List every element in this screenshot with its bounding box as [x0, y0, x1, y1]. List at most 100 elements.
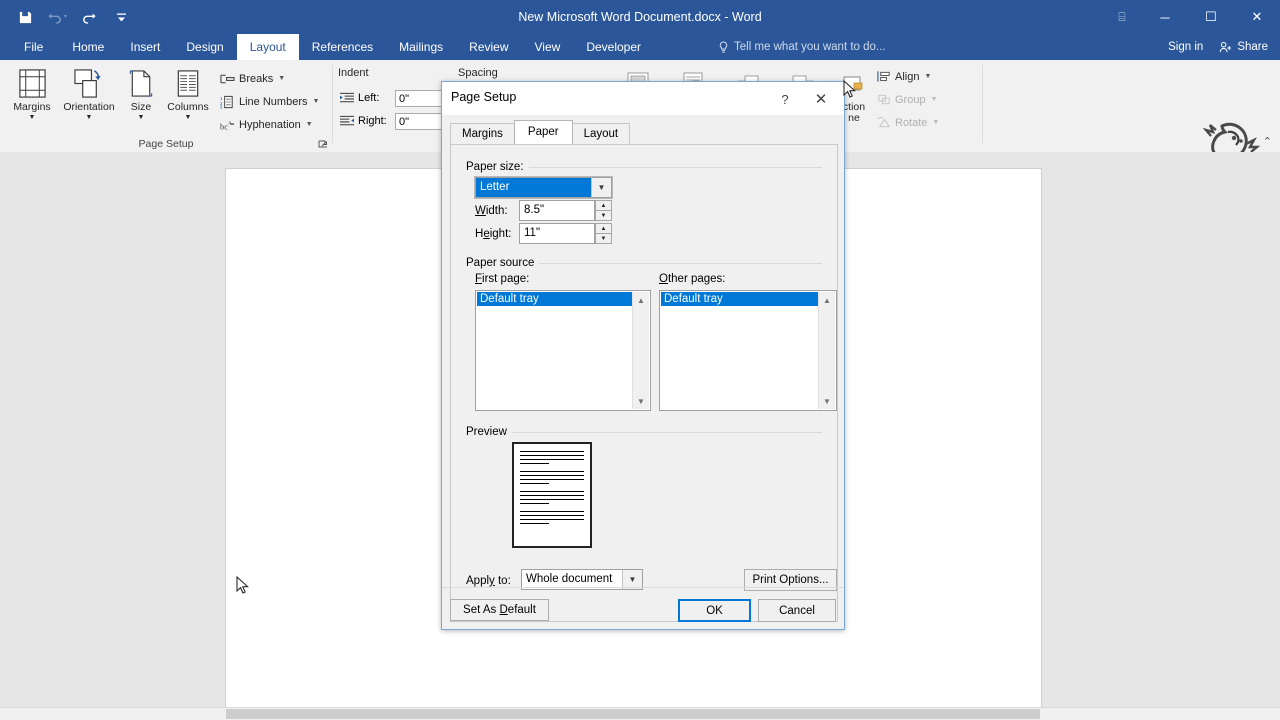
dialog-tab-margins[interactable]: Margins: [450, 123, 515, 144]
orientation-button[interactable]: Orientation ▼: [58, 65, 120, 131]
other-pages-listbox[interactable]: Default tray ▲ ▼: [659, 290, 837, 411]
tell-me-search[interactable]: Tell me what you want to do...: [718, 34, 886, 60]
group-button: Group ▼: [877, 89, 938, 110]
align-label: Align: [895, 71, 919, 83]
tab-insert[interactable]: Insert: [117, 34, 173, 60]
set-as-default-label: Set As Default: [463, 604, 536, 616]
align-icon: [877, 70, 891, 83]
scroll-down-icon[interactable]: ▼: [819, 393, 835, 409]
ribbon-collapse-icon[interactable]: ⌃: [1263, 135, 1272, 148]
breaks-button[interactable]: Breaks ▼: [220, 68, 285, 89]
cancel-button[interactable]: Cancel: [758, 599, 836, 622]
lightbulb-icon: [718, 41, 729, 54]
dialog-tab-paper[interactable]: Paper: [514, 120, 573, 144]
tab-review[interactable]: Review: [456, 34, 521, 60]
tell-me-label: Tell me what you want to do...: [734, 34, 886, 60]
dialog-title: Page Setup: [451, 90, 516, 104]
dialog-tab-pane-paper: Paper size: Letter ▼ Width: 8.5" ▲ ▼ Hei…: [450, 144, 838, 622]
close-icon[interactable]: ✕: [1234, 0, 1280, 34]
other-pages-scrollbar[interactable]: ▲ ▼: [818, 292, 835, 409]
rotate-label: Rotate: [895, 117, 927, 129]
line-numbers-button[interactable]: 123 Line Numbers ▼: [220, 91, 319, 112]
paper-source-section-label: Paper source: [466, 257, 539, 269]
height-spin-buttons[interactable]: ▲ ▼: [595, 223, 612, 244]
group-icon: [877, 93, 891, 106]
margins-button[interactable]: Margins ▼: [4, 65, 60, 131]
ok-button[interactable]: OK: [678, 599, 751, 622]
spin-down-icon[interactable]: ▼: [595, 210, 612, 221]
tab-references[interactable]: References: [299, 34, 386, 60]
share-label: Share: [1237, 34, 1268, 60]
width-input[interactable]: 8.5": [519, 200, 595, 221]
selection-pane-label-2: ne: [848, 113, 860, 124]
tab-file[interactable]: File: [8, 34, 59, 60]
dialog-tab-layout[interactable]: Layout: [572, 123, 631, 144]
tab-design[interactable]: Design: [173, 34, 236, 60]
ribbon-display-options-icon[interactable]: ⌸: [1102, 0, 1142, 34]
page-setup-dialog: Page Setup ? ✕ Margins Paper Layout Pape…: [441, 81, 845, 630]
maximize-icon[interactable]: ☐: [1188, 0, 1234, 34]
breaks-label: Breaks: [239, 73, 273, 85]
hyphenation-button[interactable]: bca Hyphenation ▼: [220, 114, 313, 135]
horizontal-scrollbar-thumb[interactable]: [226, 709, 1040, 719]
tab-home[interactable]: Home: [59, 34, 117, 60]
spacing-label: Spacing: [458, 67, 498, 79]
first-page-scrollbar[interactable]: ▲ ▼: [632, 292, 649, 409]
chevron-down-icon[interactable]: ▼: [591, 178, 611, 197]
height-spinner[interactable]: 11" ▲ ▼: [519, 223, 612, 244]
svg-text:bc: bc: [220, 121, 228, 131]
chevron-down-icon: ▼: [312, 98, 319, 105]
title-bar: ▾ New Microsoft Word Document.docx - Wor…: [0, 0, 1280, 34]
spin-down-icon[interactable]: ▼: [595, 233, 612, 244]
align-button[interactable]: Align ▼: [877, 66, 931, 87]
tab-developer[interactable]: Developer: [573, 34, 654, 60]
group-label: Group: [895, 94, 926, 106]
group-separator: [982, 65, 983, 143]
dialog-close-icon[interactable]: ✕: [806, 88, 836, 110]
scroll-down-icon[interactable]: ▼: [633, 393, 649, 409]
scroll-up-icon[interactable]: ▲: [633, 292, 649, 308]
size-label: Size: [131, 102, 151, 113]
margins-label: Margins: [13, 102, 50, 113]
set-as-default-button[interactable]: Set As Default: [450, 599, 549, 621]
ribbon-group-page-setup: Margins ▼ Orientation ▼ Size ▼: [0, 60, 332, 152]
dialog-body: Margins Paper Layout Paper size: Letter …: [442, 115, 844, 629]
save-icon[interactable]: [10, 3, 40, 31]
redo-icon[interactable]: [74, 3, 104, 31]
rotate-icon: [877, 116, 891, 129]
chevron-down-icon: ▼: [29, 114, 36, 121]
tab-view[interactable]: View: [522, 34, 574, 60]
indent-right-icon: [340, 115, 354, 127]
share-button[interactable]: Share: [1213, 34, 1280, 60]
word-application-window: ▾ New Microsoft Word Document.docx - Wor…: [0, 0, 1280, 720]
first-page-selected-item[interactable]: Default tray: [477, 292, 632, 306]
customize-qat-icon[interactable]: [106, 3, 136, 31]
first-page-listbox[interactable]: Default tray ▲ ▼: [475, 290, 651, 411]
hyphenation-label: Hyphenation: [239, 119, 301, 131]
height-input[interactable]: 11": [519, 223, 595, 244]
undo-icon[interactable]: ▾: [42, 3, 72, 31]
indent-label: Indent: [338, 67, 369, 79]
dialog-title-bar: Page Setup ? ✕: [442, 82, 844, 115]
help-icon[interactable]: ?: [772, 88, 798, 110]
horizontal-scrollbar[interactable]: [0, 707, 1280, 720]
columns-button[interactable]: Columns ▼: [162, 65, 214, 131]
chevron-down-icon: ▼: [931, 96, 938, 103]
width-spinner[interactable]: 8.5" ▲ ▼: [519, 200, 612, 221]
chevron-down-icon: ▼: [924, 73, 931, 80]
orientation-icon: [73, 67, 106, 99]
minimize-icon[interactable]: ─: [1142, 0, 1188, 34]
paper-size-combobox[interactable]: Letter ▼: [475, 177, 612, 198]
quick-access-toolbar: ▾: [10, 0, 136, 34]
size-icon: [127, 67, 155, 99]
other-pages-selected-item[interactable]: Default tray: [661, 292, 818, 306]
tab-mailings[interactable]: Mailings: [386, 34, 456, 60]
spin-up-icon[interactable]: ▲: [595, 200, 612, 210]
width-spin-buttons[interactable]: ▲ ▼: [595, 200, 612, 221]
sign-in-button[interactable]: Sign in: [1158, 34, 1213, 60]
spin-up-icon[interactable]: ▲: [595, 223, 612, 233]
size-button[interactable]: Size ▼: [118, 65, 164, 131]
tab-layout[interactable]: Layout: [237, 34, 299, 60]
page-setup-dialog-launcher[interactable]: [316, 138, 329, 151]
scroll-up-icon[interactable]: ▲: [819, 292, 835, 308]
